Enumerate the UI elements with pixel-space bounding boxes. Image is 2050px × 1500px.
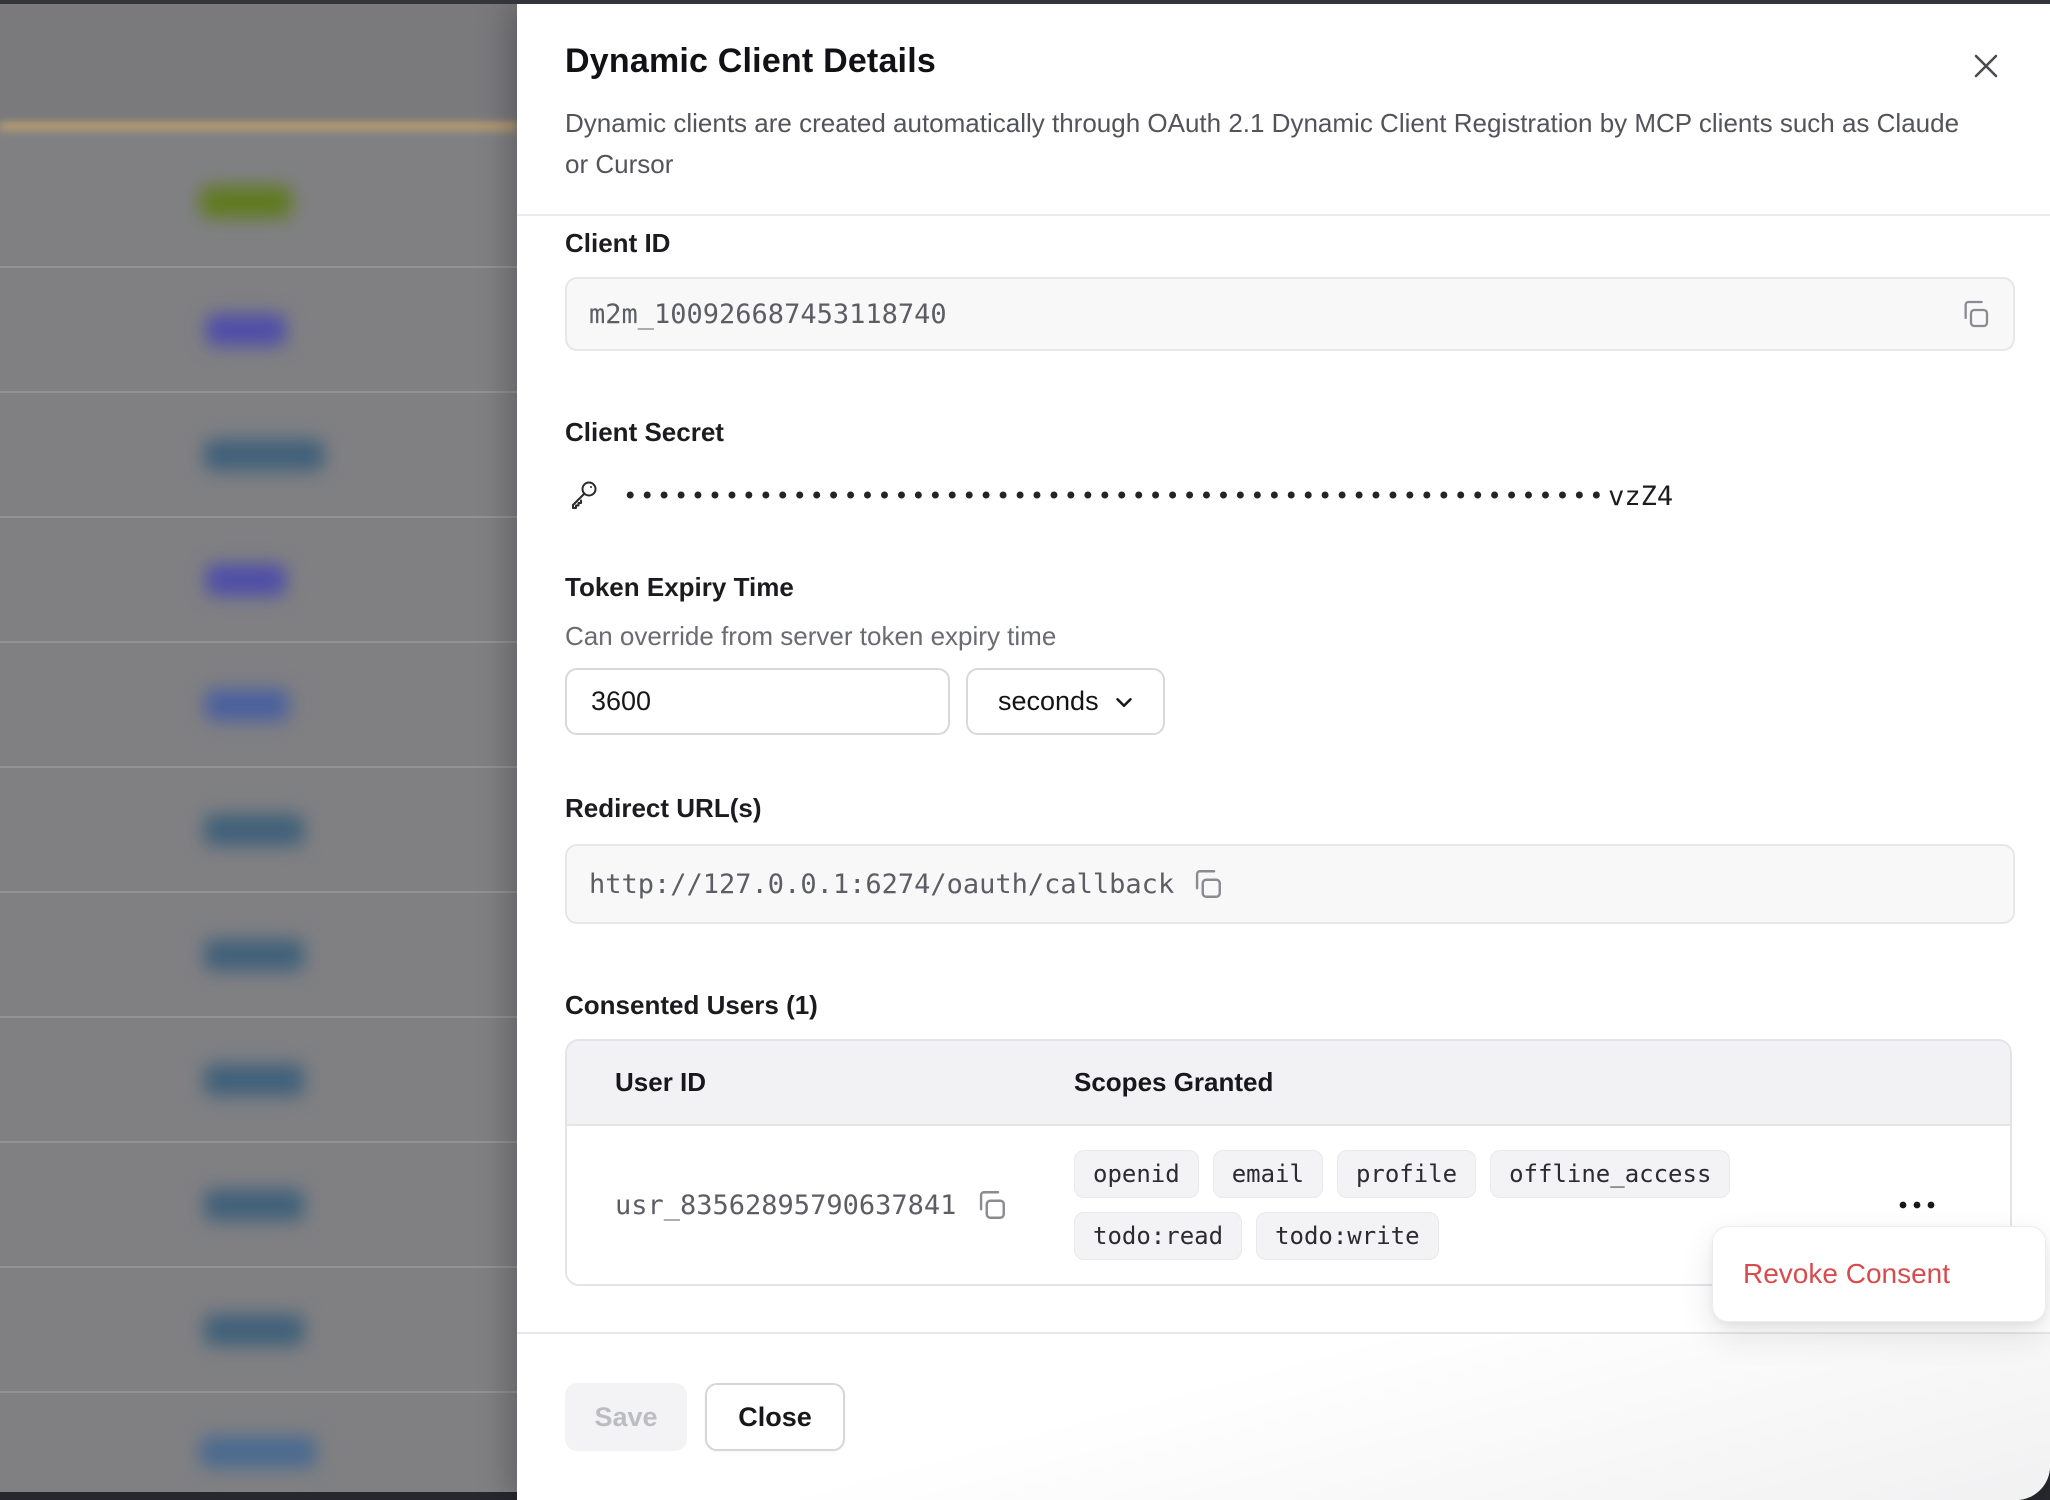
copy-icon bbox=[1959, 298, 1991, 330]
copy-redirect-url-button[interactable] bbox=[1190, 867, 1224, 901]
client-id-value: m2m_100926687453118740 bbox=[589, 299, 947, 330]
modal-content: Client ID m2m_100926687453118740 Client … bbox=[517, 218, 2050, 1330]
chevron-down-icon bbox=[1111, 689, 1137, 715]
scope-chip: openid bbox=[1074, 1150, 1199, 1198]
scope-chip: email bbox=[1213, 1150, 1323, 1198]
token-expiry-unit-value: seconds bbox=[998, 686, 1099, 717]
blurred-badge bbox=[200, 186, 292, 218]
blurred-badge bbox=[204, 1189, 304, 1221]
copy-user-id-button[interactable] bbox=[974, 1188, 1008, 1222]
blurred-badge bbox=[204, 1314, 304, 1346]
consented-users-label: Consented Users (1) bbox=[565, 990, 2015, 1021]
token-expiry-row: seconds bbox=[565, 668, 2015, 735]
modal-footer: Save Close bbox=[517, 1332, 2050, 1500]
modal-description: Dynamic clients are created automaticall… bbox=[565, 103, 1965, 185]
client-id-label: Client ID bbox=[565, 228, 2015, 259]
client-id-field: m2m_100926687453118740 bbox=[565, 277, 2015, 351]
blurred-badge bbox=[204, 439, 324, 471]
ellipsis-icon bbox=[1896, 1198, 1938, 1212]
backdrop-row-divider bbox=[0, 766, 517, 768]
blurred-badge bbox=[204, 939, 304, 971]
scopes-granted-cell: openid email profile offline_access todo… bbox=[1074, 1126, 1784, 1284]
modal-header: Dynamic Client Details Dynamic clients a… bbox=[517, 4, 2050, 216]
revoke-consent-menu-item[interactable]: Revoke Consent bbox=[1743, 1258, 1950, 1290]
blurred-badge bbox=[206, 564, 286, 596]
backdrop-row-divider bbox=[0, 1141, 517, 1143]
redirect-urls-label: Redirect URL(s) bbox=[565, 793, 2015, 824]
scope-chip: offline_access bbox=[1490, 1150, 1730, 1198]
token-expiry-unit-select[interactable]: seconds bbox=[966, 668, 1165, 735]
table-header-row: User ID Scopes Granted bbox=[567, 1041, 2010, 1126]
blurred-badge bbox=[200, 1436, 316, 1468]
scope-chip: profile bbox=[1337, 1150, 1476, 1198]
redirect-url-field: http://127.0.0.1:6274/oauth/callback bbox=[565, 844, 2015, 924]
row-actions-context-menu: Revoke Consent bbox=[1712, 1226, 2046, 1322]
blurred-badge bbox=[205, 689, 289, 721]
column-header-user-id: User ID bbox=[567, 1067, 1074, 1098]
token-expiry-input[interactable] bbox=[565, 668, 950, 735]
dynamic-client-details-modal: Dynamic Client Details Dynamic clients a… bbox=[517, 4, 2050, 1500]
client-secret-label: Client Secret bbox=[565, 417, 2015, 448]
user-id-value: usr_83562895790637841 bbox=[615, 1190, 956, 1221]
backdrop-row-divider bbox=[0, 1266, 517, 1268]
blurred-badge bbox=[206, 314, 286, 346]
background-app-backdrop bbox=[0, 4, 517, 1492]
backdrop-row-divider bbox=[0, 1391, 517, 1393]
client-secret-suffix: vzZ4 bbox=[1608, 481, 1673, 512]
save-button[interactable]: Save bbox=[565, 1383, 687, 1451]
copy-client-id-button[interactable] bbox=[1959, 298, 1991, 330]
row-actions-cell bbox=[1886, 1188, 2010, 1222]
backdrop-row-divider bbox=[0, 516, 517, 518]
backdrop-row-divider bbox=[0, 891, 517, 893]
blurred-badge bbox=[204, 1064, 304, 1096]
column-header-scopes-granted: Scopes Granted bbox=[1074, 1067, 2010, 1098]
backdrop-accent-line bbox=[0, 122, 517, 131]
backdrop-topbar bbox=[0, 4, 517, 122]
close-button[interactable]: Close bbox=[705, 1383, 845, 1451]
scope-chip: todo:write bbox=[1256, 1212, 1439, 1260]
key-icon bbox=[565, 478, 601, 514]
scope-chip: todo:read bbox=[1074, 1212, 1242, 1260]
close-modal-button[interactable] bbox=[1964, 44, 2008, 88]
backdrop-row-divider bbox=[0, 1016, 517, 1018]
token-expiry-label: Token Expiry Time bbox=[565, 572, 2015, 603]
copy-icon bbox=[1190, 867, 1224, 901]
redirect-url-value: http://127.0.0.1:6274/oauth/callback bbox=[589, 869, 1174, 900]
backdrop-row-divider bbox=[0, 641, 517, 643]
backdrop-row-divider bbox=[0, 266, 517, 268]
blurred-badge bbox=[204, 814, 304, 846]
client-secret-row: ••••••••••••••••••••••••••••••••••••••••… bbox=[565, 478, 2015, 514]
token-expiry-helper: Can override from server token expiry ti… bbox=[565, 621, 2015, 652]
user-id-cell: usr_83562895790637841 bbox=[567, 1188, 1074, 1222]
modal-title: Dynamic Client Details bbox=[565, 42, 2002, 81]
copy-icon bbox=[974, 1188, 1008, 1222]
window-top-edge bbox=[0, 0, 2050, 4]
row-actions-menu-button[interactable] bbox=[1886, 1188, 1948, 1222]
close-icon bbox=[1967, 47, 2005, 85]
backdrop-row-divider bbox=[0, 391, 517, 393]
client-secret-mask: ••••••••••••••••••••••••••••••••••••••••… bbox=[623, 482, 1606, 510]
